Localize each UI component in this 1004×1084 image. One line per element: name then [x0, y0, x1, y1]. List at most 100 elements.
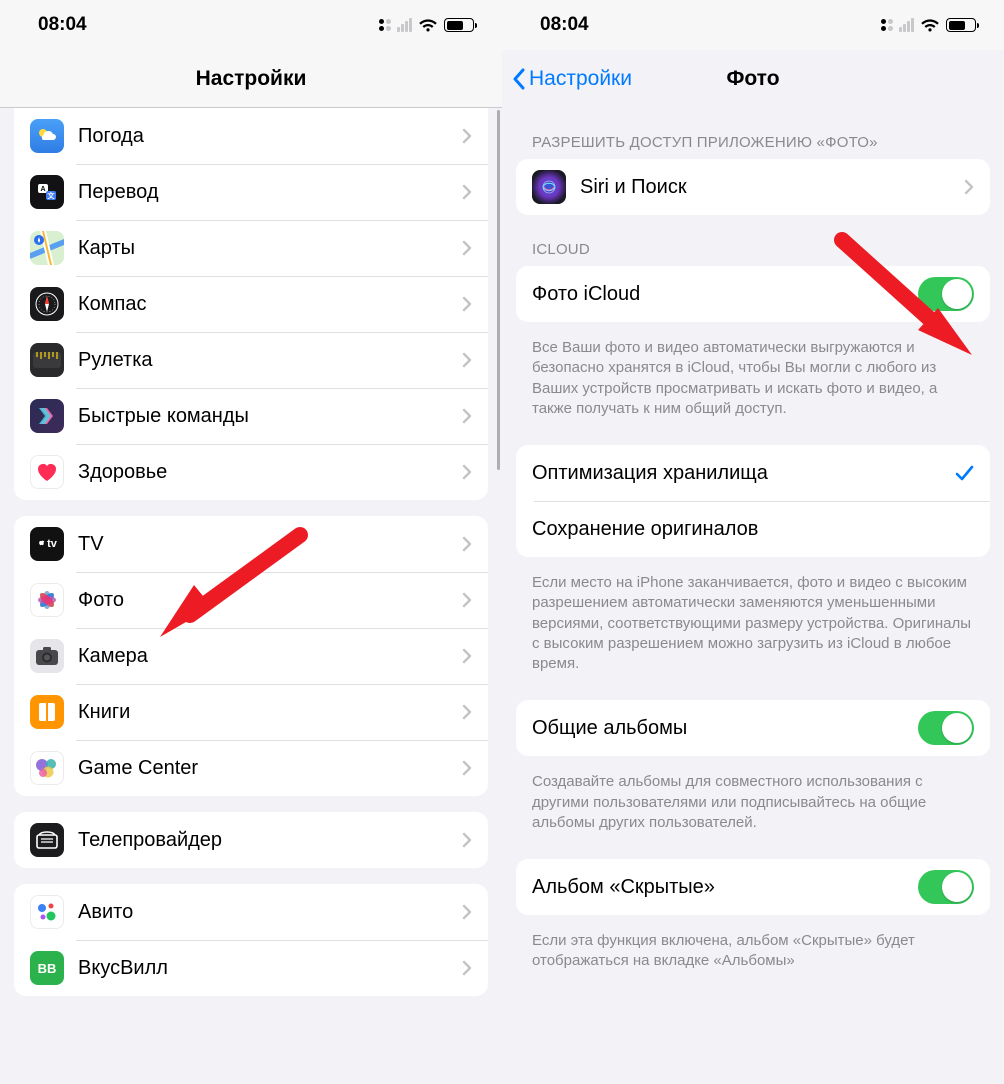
row-label: Телепровайдер: [78, 828, 462, 852]
group-siri: Siri и Поиск: [516, 159, 990, 215]
row-label: Game Center: [78, 756, 462, 780]
cellular-bars-icon: [397, 18, 412, 32]
icloud-photos-toggle[interactable]: [918, 277, 974, 311]
row-download-originals[interactable]: Сохранение оригиналов: [516, 501, 990, 557]
camera-icon: [30, 639, 64, 673]
back-button[interactable]: Настройки: [512, 50, 632, 108]
maps-icon: [30, 231, 64, 265]
row-label: Карты: [78, 236, 462, 260]
cellular-bars-icon: [899, 18, 914, 32]
settings-group-thirdparty: Авито BB ВкусВилл: [14, 884, 488, 996]
row-shortcuts[interactable]: Быстрые команды: [14, 388, 488, 444]
row-label: Альбом «Скрытые»: [532, 875, 918, 899]
translate-icon: A文: [30, 175, 64, 209]
settings-group-media: tv TV Фото Камера Книги: [14, 516, 488, 796]
wifi-icon: [920, 18, 940, 33]
compass-icon: [30, 287, 64, 321]
row-siri-search[interactable]: Siri и Поиск: [516, 159, 990, 215]
row-label: Фото iCloud: [532, 282, 918, 306]
scroll-indicator[interactable]: [497, 110, 500, 470]
row-label: Перевод: [78, 180, 462, 204]
row-label: Общие альбомы: [532, 716, 918, 740]
cellular-dots-icon: [881, 19, 893, 31]
row-gamecenter[interactable]: Game Center: [14, 740, 488, 796]
settings-list[interactable]: Погода A文 Перевод Карты Компас: [0, 108, 502, 1084]
avito-icon: [30, 895, 64, 929]
row-teleprovider[interactable]: Телепровайдер: [14, 812, 488, 868]
row-label: Авито: [78, 900, 462, 924]
tv-icon: tv: [30, 527, 64, 561]
footer-hidden: Если эта функция включена, альбом «Скрыт…: [532, 931, 974, 972]
chevron-left-icon: [512, 68, 526, 90]
chevron-right-icon: [462, 592, 472, 608]
status-bar: 08:04: [0, 0, 502, 50]
row-label: TV: [78, 532, 462, 556]
chevron-right-icon: [462, 408, 472, 424]
status-time: 08:04: [38, 14, 87, 36]
row-optimize-storage[interactable]: Оптимизация хранилища: [516, 445, 990, 501]
status-time: 08:04: [540, 14, 589, 36]
settings-group-apps-system: Погода A文 Перевод Карты Компас: [14, 108, 488, 500]
page-title: Настройки: [196, 67, 307, 91]
settings-group-tvprovider: Телепровайдер: [14, 812, 488, 868]
chevron-right-icon: [462, 184, 472, 200]
chevron-right-icon: [462, 128, 472, 144]
weather-icon: [30, 119, 64, 153]
measure-icon: [30, 343, 64, 377]
checkmark-icon: [954, 463, 974, 483]
svg-text:文: 文: [48, 191, 56, 200]
group-hidden-album: Альбом «Скрытые»: [516, 859, 990, 915]
row-photos[interactable]: Фото: [14, 572, 488, 628]
footer-storage: Если место на iPhone заканчивается, фото…: [532, 573, 974, 674]
row-vkusvill[interactable]: BB ВкусВилл: [14, 940, 488, 996]
row-label: Книги: [78, 700, 462, 724]
row-label: Здоровье: [78, 460, 462, 484]
teleprovider-icon: [30, 823, 64, 857]
chevron-right-icon: [462, 464, 472, 480]
chevron-right-icon: [964, 179, 974, 195]
group-storage-choice: Оптимизация хранилища Сохранение оригина…: [516, 445, 990, 557]
row-shared-albums-toggle[interactable]: Общие альбомы: [516, 700, 990, 756]
row-books[interactable]: Книги: [14, 684, 488, 740]
chevron-right-icon: [462, 704, 472, 720]
status-bar: 08:04: [502, 0, 1004, 50]
row-camera[interactable]: Камера: [14, 628, 488, 684]
footer-shared: Создавайте альбомы для совместного испол…: [532, 772, 974, 833]
row-label: Компас: [78, 292, 462, 316]
battery-icon: [444, 18, 474, 32]
row-avito[interactable]: Авито: [14, 884, 488, 940]
row-icloud-photos-toggle[interactable]: Фото iCloud: [516, 266, 990, 322]
shortcuts-icon: [30, 399, 64, 433]
row-label: Оптимизация хранилища: [532, 461, 954, 485]
row-label: Рулетка: [78, 348, 462, 372]
chevron-right-icon: [462, 832, 472, 848]
row-label: Камера: [78, 644, 462, 668]
row-translate[interactable]: A文 Перевод: [14, 164, 488, 220]
battery-icon: [946, 18, 976, 32]
photos-settings-list[interactable]: РАЗРЕШИТЬ ДОСТУП ПРИЛОЖЕНИЮ «ФОТО» Siri …: [502, 108, 1004, 1084]
hidden-album-toggle[interactable]: [918, 870, 974, 904]
row-label: Siri и Поиск: [580, 175, 964, 199]
row-label: ВкусВилл: [78, 956, 462, 980]
row-label: Быстрые команды: [78, 404, 462, 428]
books-icon: [30, 695, 64, 729]
row-hidden-album-toggle[interactable]: Альбом «Скрытые»: [516, 859, 990, 915]
row-measure[interactable]: Рулетка: [14, 332, 488, 388]
row-label: Фото: [78, 588, 462, 612]
section-header-icloud: ICLOUD: [532, 241, 974, 258]
page-title: Фото: [726, 67, 779, 91]
chevron-right-icon: [462, 240, 472, 256]
wifi-icon: [418, 18, 438, 33]
chevron-right-icon: [462, 648, 472, 664]
gamecenter-icon: [30, 751, 64, 785]
settings-root-screen: 08:04 Настройки Погода A文 Перевод: [0, 0, 502, 1084]
chevron-right-icon: [462, 536, 472, 552]
row-maps[interactable]: Карты: [14, 220, 488, 276]
row-tv[interactable]: tv TV: [14, 516, 488, 572]
row-weather[interactable]: Погода: [14, 108, 488, 164]
chevron-right-icon: [462, 296, 472, 312]
row-compass[interactable]: Компас: [14, 276, 488, 332]
shared-albums-toggle[interactable]: [918, 711, 974, 745]
row-health[interactable]: Здоровье: [14, 444, 488, 500]
group-shared-albums: Общие альбомы: [516, 700, 990, 756]
